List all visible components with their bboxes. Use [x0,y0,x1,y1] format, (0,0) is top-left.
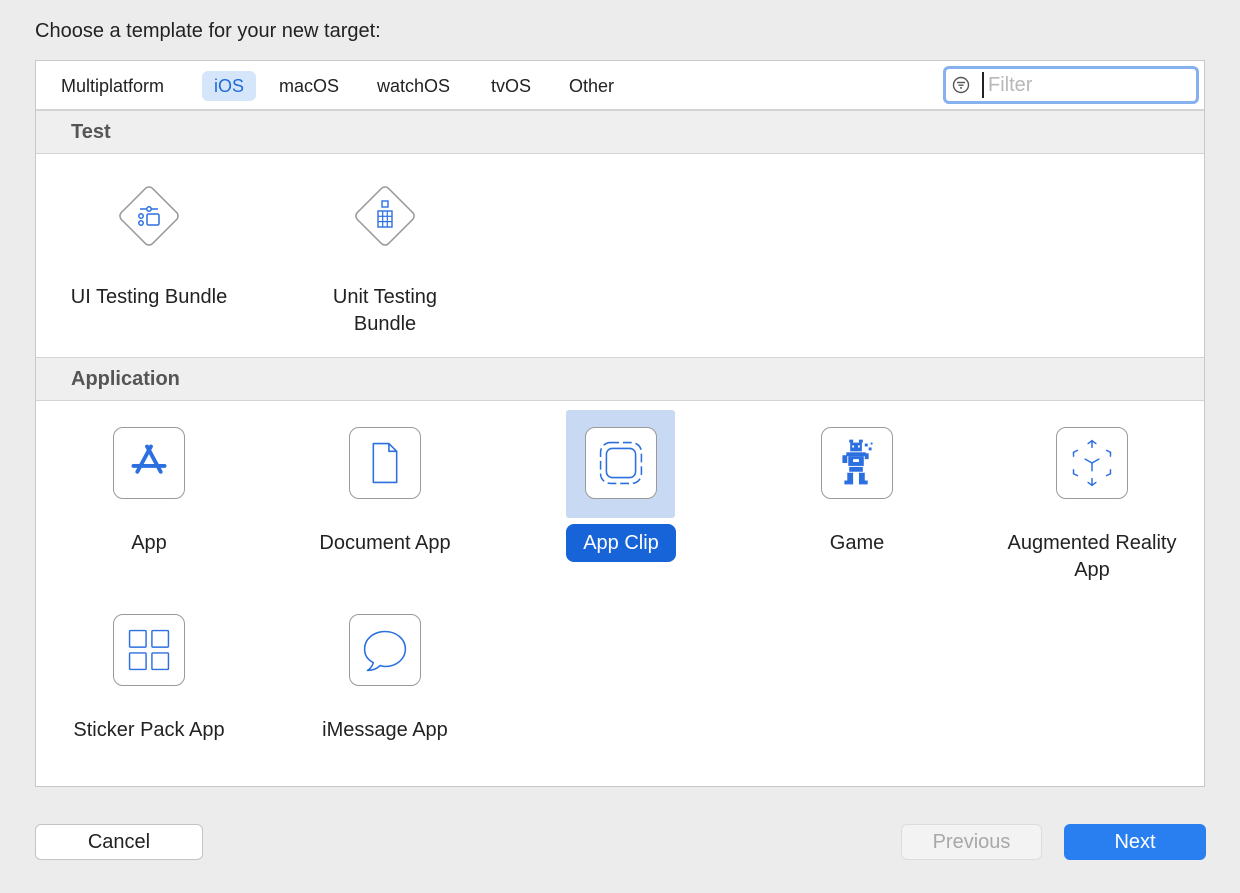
section-header-application: Application [36,357,1204,401]
template-label: Augmented Reality App [1007,532,1177,581]
tab-watchos[interactable]: watchOS [365,71,462,101]
document-icon [349,427,421,499]
app-store-icon [113,427,185,499]
section-title: Test [71,121,111,143]
template-label: iMessage App [322,719,448,741]
tab-multiplatform[interactable]: Multiplatform [49,71,176,101]
next-button[interactable]: Next [1064,824,1206,860]
filter-icon [952,76,970,94]
previous-button[interactable]: Previous [901,824,1042,860]
dialog-heading: Choose a template for your new target: [35,20,381,42]
template-label: App Clip [583,532,659,554]
section-title: Application [71,368,180,390]
message-bubble-icon [349,614,421,686]
template-document-app[interactable]: Document App [295,427,475,577]
template-label: UI Testing Bundle [70,286,228,308]
template-augmented-reality-app[interactable]: Augmented Reality App [1002,427,1182,597]
platform-tab-bar: Multiplatform iOS macOS watchOS tvOS Oth… [36,61,1204,110]
tab-ios[interactable]: iOS [202,71,257,101]
template-imessage-app[interactable]: iMessage App [295,614,475,764]
template-label: Unit Testing Bundle [332,286,438,335]
ar-cube-icon [1056,427,1128,499]
template-unit-testing-bundle[interactable]: Unit Testing Bundle [295,180,475,360]
unit-testing-icon [355,186,415,246]
app-clip-icon [585,427,657,499]
cancel-button[interactable]: Cancel [35,824,203,860]
tab-other[interactable]: Other [557,71,626,101]
section-header-test: Test [36,110,1204,154]
filter-field[interactable] [943,66,1199,104]
tab-macos[interactable]: macOS [267,71,351,101]
sticker-grid-icon [113,614,185,686]
ui-testing-icon [119,186,179,246]
tab-tvos[interactable]: tvOS [479,71,543,101]
template-app[interactable]: App [59,427,239,577]
template-label: App [131,532,167,554]
template-game[interactable]: Game [767,427,947,577]
template-app-clip[interactable]: App Clip [531,427,711,577]
template-label: Game [829,532,885,554]
filter-input[interactable] [982,72,1188,98]
template-label: Document App [319,532,451,554]
template-label: Sticker Pack App [73,719,225,741]
game-sprite-icon [821,427,893,499]
template-panel: Multiplatform iOS macOS watchOS tvOS Oth… [35,60,1205,787]
template-ui-testing-bundle[interactable]: UI Testing Bundle [59,180,239,340]
template-sticker-pack-app[interactable]: Sticker Pack App [59,614,239,764]
